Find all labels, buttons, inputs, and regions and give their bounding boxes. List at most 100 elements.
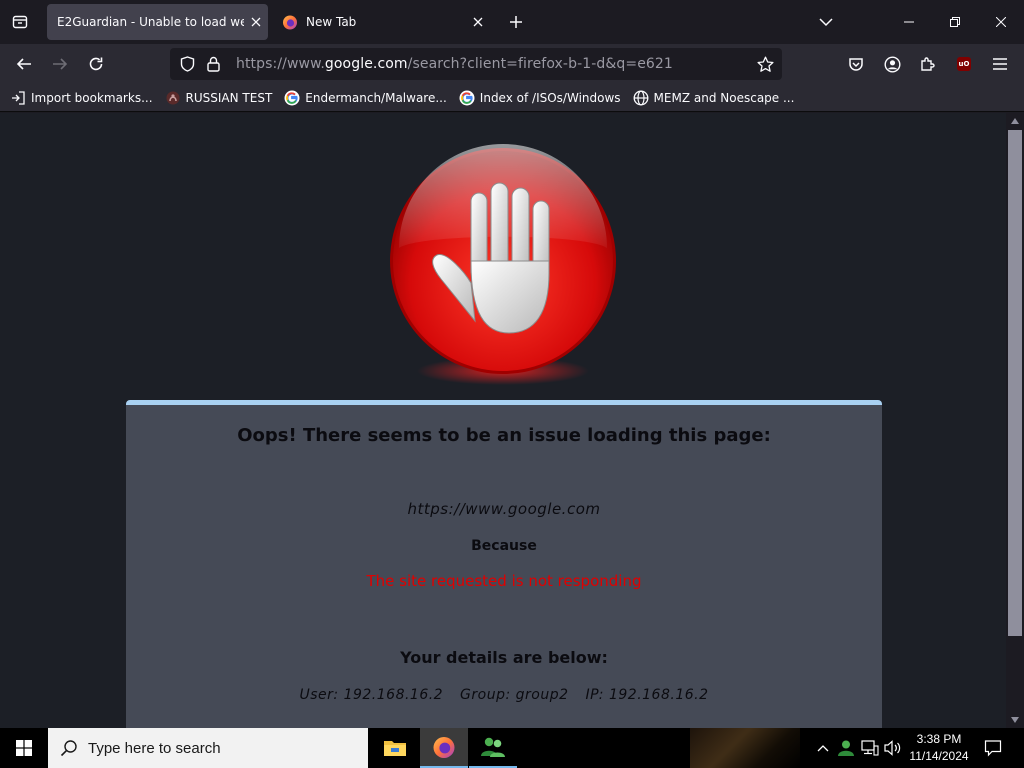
stop-hand-icon <box>390 144 616 385</box>
windows-logo-icon <box>16 740 32 756</box>
search-icon <box>60 740 77 757</box>
firefox-icon <box>433 737 455 758</box>
bookmark-import[interactable]: Import bookmarks... <box>10 90 153 106</box>
tab-e2guardian[interactable]: E2Guardian - Unable to load websi <box>47 4 268 40</box>
restore-button[interactable] <box>932 0 978 44</box>
app-menu-button[interactable] <box>985 49 1015 79</box>
bookmark-label: RUSSIAN TEST <box>185 90 273 105</box>
action-center-button[interactable] <box>978 728 1008 768</box>
account-icon <box>883 55 901 73</box>
close-icon <box>473 17 483 27</box>
error-panel: Oops! There seems to be an issue loading… <box>126 400 882 728</box>
scroll-down-button[interactable] <box>1006 712 1024 728</box>
url-path: /search?client=firefox-b-1-d&q=e621 <box>407 56 673 72</box>
lock-icon[interactable] <box>200 48 226 80</box>
bookmark-label: Endermanch/Malware... <box>305 90 447 105</box>
close-icon <box>251 17 261 27</box>
taskbar-search-input[interactable]: Type here to search <box>48 728 368 768</box>
show-hidden-icons-button[interactable] <box>811 728 835 768</box>
search-placeholder: Type here to search <box>88 739 221 757</box>
network-button[interactable] <box>858 728 882 768</box>
user-tray-icon <box>838 740 854 756</box>
speaker-icon <box>884 740 901 756</box>
folder-icon <box>384 741 406 756</box>
taskbar-clock[interactable]: 3:38 PM 11/14/2024 <box>904 731 974 765</box>
arrow-right-icon <box>53 58 68 70</box>
close-window-button[interactable] <box>978 0 1024 44</box>
scroll-up-button[interactable] <box>1006 113 1024 129</box>
notification-icon <box>984 740 1002 757</box>
url-bar[interactable]: https://www.google.com/search?client=fir… <box>170 48 782 80</box>
tab-title: New Tab <box>306 15 357 29</box>
details-heading: Your details are below: <box>400 648 608 667</box>
chevron-down-icon <box>819 18 833 27</box>
import-icon <box>10 90 26 106</box>
tab-close-button[interactable] <box>244 10 268 34</box>
chevron-up-icon <box>817 745 829 752</box>
tab-close-button[interactable] <box>466 10 490 34</box>
minimize-icon <box>904 21 914 23</box>
taskbar-wallpaper-peek <box>690 728 800 768</box>
users-icon <box>481 737 505 757</box>
extensions-button[interactable] <box>913 49 943 79</box>
page-content: Oops! There seems to be an issue loading… <box>0 113 1006 728</box>
error-heading: Oops! There seems to be an issue loading… <box>237 425 771 446</box>
tab-new-tab[interactable]: New Tab <box>276 4 490 40</box>
clock-date: 11/14/2024 <box>909 749 969 763</box>
plus-icon <box>510 16 522 28</box>
firefox-taskbar-button[interactable] <box>420 728 468 768</box>
tray-user-button[interactable] <box>834 728 858 768</box>
bookmarks-toolbar: Import bookmarks... RUSSIAN TEST Enderma… <box>0 84 1024 112</box>
puzzle-icon <box>921 57 935 71</box>
user-details: User: 192.168.16.2 Group: group2 IP: 192… <box>126 687 882 703</box>
google-icon <box>459 90 475 106</box>
url-text[interactable]: https://www.google.com/search?client=fir… <box>236 56 748 72</box>
blocked-url: https://www.google.com <box>407 500 601 518</box>
because-label: Because <box>471 538 537 554</box>
triangle-down-icon <box>1011 717 1019 723</box>
restore-icon <box>950 17 960 27</box>
clock-time: 3:38 PM <box>916 732 962 746</box>
new-tab-button[interactable] <box>502 8 530 36</box>
bookmark-russian-test[interactable]: RUSSIAN TEST <box>165 90 273 106</box>
url-prefix: https://www. <box>236 56 325 72</box>
firefox-icon <box>283 15 297 30</box>
reload-button[interactable] <box>81 49 111 79</box>
tab-strip: E2Guardian - Unable to load websi New Ta… <box>0 0 1024 44</box>
people-app-button[interactable] <box>469 728 517 768</box>
minimize-button[interactable] <box>886 0 932 44</box>
tab-title: E2Guardian - Unable to load websi <box>57 15 244 29</box>
firefox-view-button[interactable] <box>6 8 34 36</box>
bookmark-memz[interactable]: MEMZ and Noescape ... <box>633 90 795 106</box>
tracking-protection-shield-icon[interactable] <box>174 48 200 80</box>
start-button[interactable] <box>0 728 48 768</box>
scroll-thumb[interactable] <box>1008 130 1022 636</box>
ublock-origin-button[interactable]: uO <box>949 49 979 79</box>
bookmark-endermanch[interactable]: Endermanch/Malware... <box>284 90 447 106</box>
bookmark-label: MEMZ and Noescape ... <box>653 90 795 105</box>
pocket-button[interactable] <box>841 49 871 79</box>
bookmark-label: Import bookmarks... <box>31 90 153 105</box>
block-reason: The site requested is not responding <box>366 572 642 590</box>
pocket-icon <box>849 58 863 71</box>
bookmark-index-isos[interactable]: Index of /ISOs/Windows <box>459 90 621 106</box>
back-button[interactable] <box>9 49 39 79</box>
forward-button[interactable] <box>45 49 75 79</box>
windows-taskbar: Type here to search 3:38 PM 11/14/2024 <box>0 728 1024 768</box>
bookmark-star-button[interactable] <box>748 48 782 80</box>
volume-button[interactable] <box>881 728 905 768</box>
star-icon <box>756 56 774 72</box>
site-favicon <box>165 90 181 106</box>
file-explorer-button[interactable] <box>371 728 419 768</box>
detail-group: Group: group2 <box>460 687 569 703</box>
bookmark-label: Index of /ISOs/Windows <box>479 90 621 105</box>
hamburger-menu-icon <box>993 58 1007 70</box>
account-button[interactable] <box>877 49 907 79</box>
page-scrollbar[interactable] <box>1006 113 1024 728</box>
triangle-up-icon <box>1011 118 1019 124</box>
list-all-tabs-button[interactable] <box>812 8 840 36</box>
ublock-origin-icon: uO <box>957 57 971 71</box>
globe-icon <box>633 90 649 106</box>
network-icon <box>861 740 879 756</box>
firefox-view-icon <box>12 15 28 29</box>
